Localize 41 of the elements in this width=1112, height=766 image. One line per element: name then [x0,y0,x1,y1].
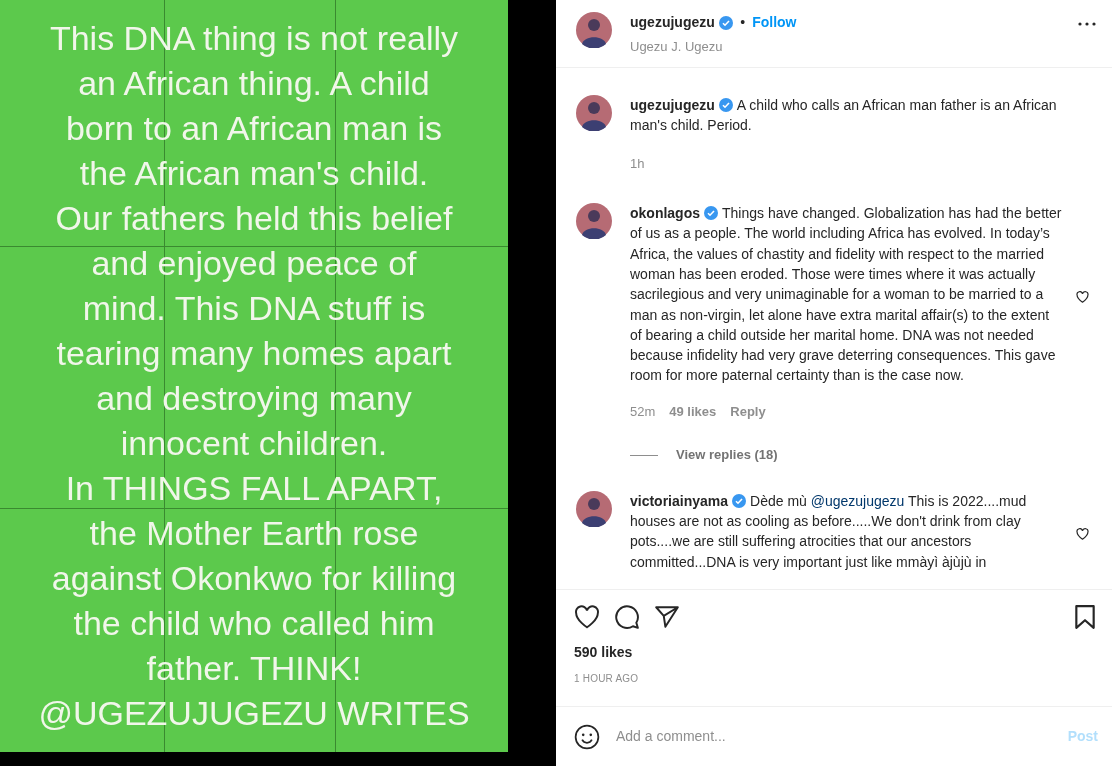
image-text-line: tearing many homes apart [56,333,452,374]
image-text-line: and destroying many [96,378,412,419]
likes-count[interactable]: 590 likes [574,642,1096,663]
username-link[interactable]: ugezujugezu [630,97,715,113]
image-text-line: innocent children. [120,423,388,464]
emoji-icon[interactable] [574,723,600,750]
image-text-line: In THINGS FALL APART, [65,468,443,509]
avatar-icon[interactable] [576,490,612,527]
comment-text: ugezujugezu A child who calls an African man father is an African man's child. Period. [630,96,1058,136]
image-text-line: the African man's child. [79,153,429,194]
avatar-icon[interactable] [576,203,612,240]
avatar-icon[interactable] [576,12,612,48]
image-text-line: Our fathers held this belief [55,198,453,239]
comment-icon[interactable] [614,604,640,630]
image-text-line: mind. This DNA stuff is [82,288,426,329]
image-text-line: against Okonkwo for killing [51,558,457,599]
full-name: Ugezu J. Ugezu [630,38,724,56]
comment-time: 1h [630,154,645,173]
comment-time: 52m [630,402,656,421]
post-time: 1 HOUR AGO [574,672,640,686]
more-options-icon[interactable] [1078,22,1096,26]
mention-link[interactable]: @ugezujugezu [810,492,905,509]
image-text-line: the child who called him [73,603,435,644]
image-text-line: father. THINK! [146,648,362,689]
image-text-line: This DNA thing is not really [49,18,459,59]
bookmark-icon[interactable] [1074,604,1096,630]
share-icon[interactable] [654,605,680,629]
image-text-line: an African thing. A child [78,63,430,104]
like-icon[interactable] [574,605,600,629]
image-text-line: @UGEZUJUGEZU WRITES [38,693,470,734]
username-link[interactable]: ugezujugezu [630,12,715,33]
image-text-line: and enjoyed peace of [91,243,417,284]
view-replies-button[interactable]: View replies (18) [630,445,778,465]
comment-text: okonlagos Things have changed. Globalization has had the better of us as a people. The world including Africa has evolved. In today’s Africa, the values of chastity and fidelity with respect to the married woman has been eroded. Those were times where it was actually sacrilegious and very unimaginable for a woman to be married to a man as non-virgin, let alone have extra marital affair(s) to the extent of bearing a child outside her marital home. DNA was not needed because infidelity had very grave deterring consequences. This gave room for more paternal certainty than is the case now. [630,204,1063,386]
comment-text: victoriainyama Dède mù @ugezujugezu This is 2022....mud houses are not as cooling as before.....We don't drink from clay pots....we are still suffering atrocities that our ancestors committed...DNA is very important just like mmàyì àjùjù in [630,491,1028,572]
image-text-line: born to an African man is [65,108,443,149]
username-link[interactable]: victoriainyama [630,492,729,509]
username-link[interactable]: okonlagos [630,205,700,222]
separator-dot: • [740,13,746,32]
avatar-icon[interactable] [576,95,612,131]
image-text-line: the Mother Earth rose [89,513,419,554]
